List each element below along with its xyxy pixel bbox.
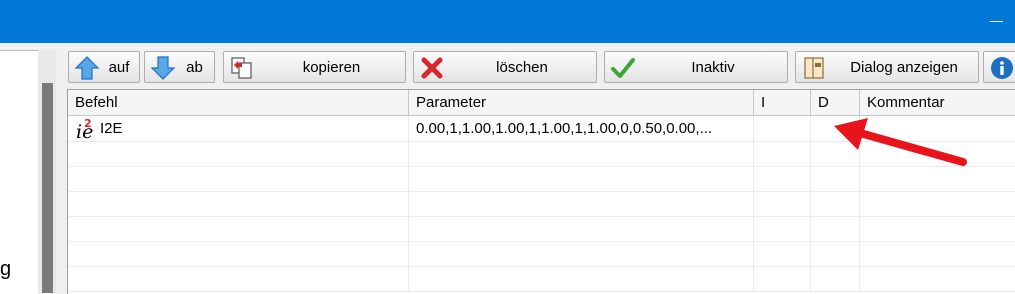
table-row-empty[interactable] xyxy=(68,141,1015,167)
command-table: Befehl Parameter I D Kommentar ie 2 I2E … xyxy=(67,89,1015,294)
column-header-befehl[interactable]: Befehl xyxy=(68,90,409,115)
table-header: Befehl Parameter I D Kommentar xyxy=(68,90,1015,116)
table-row[interactable]: ie 2 I2E 0.00,1,1.00,1.00,1,1.00,1,1.00,… xyxy=(68,116,1015,142)
table-row-empty[interactable] xyxy=(68,216,1015,242)
befehl-value: I2E xyxy=(100,120,123,137)
cell-parameter: 0.00,1,1.00,1.00,1,1.00,1,1.00,0,0.50,0.… xyxy=(409,116,754,141)
svg-text:2: 2 xyxy=(84,117,92,130)
show-dialog-button[interactable]: Dialog anzeigen xyxy=(795,51,979,83)
left-partial-text: g xyxy=(0,258,12,280)
title-bar xyxy=(0,0,1015,43)
delete-x-icon xyxy=(421,57,443,79)
minimize-icon[interactable] xyxy=(990,21,1003,22)
cell-d xyxy=(811,116,860,141)
dialog-icon xyxy=(804,57,824,79)
table-row-empty[interactable] xyxy=(68,166,1015,192)
up-button[interactable]: auf xyxy=(68,51,140,83)
checkmark-icon xyxy=(611,58,635,78)
info-icon xyxy=(991,57,1013,79)
copy-icon xyxy=(231,57,252,79)
toolbar: auf ab kopieren löschen Inaktiv Dialog a… xyxy=(64,43,1015,89)
column-header-i[interactable]: I xyxy=(754,90,811,115)
column-header-parameter[interactable]: Parameter xyxy=(409,90,754,115)
info-button[interactable] xyxy=(983,51,1015,83)
table-row-empty[interactable] xyxy=(68,191,1015,217)
left-panel: g xyxy=(0,43,64,294)
cell-kommentar xyxy=(860,116,1015,141)
cell-i xyxy=(754,116,811,141)
table-row-empty[interactable] xyxy=(68,241,1015,267)
cell-befehl: ie 2 I2E xyxy=(68,116,409,141)
column-header-d[interactable]: D xyxy=(811,90,860,115)
arrow-up-icon xyxy=(74,56,100,80)
column-header-kommentar[interactable]: Kommentar xyxy=(860,90,1015,115)
down-button[interactable]: ab xyxy=(144,51,215,83)
arrow-down-icon xyxy=(150,56,176,80)
delete-button[interactable]: löschen xyxy=(413,51,597,83)
left-scrollbar-thumb[interactable] xyxy=(42,83,53,293)
ie-command-icon: ie 2 xyxy=(76,117,93,141)
table-row-empty[interactable] xyxy=(68,266,1015,292)
inactive-button[interactable]: Inaktiv xyxy=(604,51,788,83)
left-list: g xyxy=(0,50,38,294)
copy-button[interactable]: kopieren xyxy=(223,51,406,83)
